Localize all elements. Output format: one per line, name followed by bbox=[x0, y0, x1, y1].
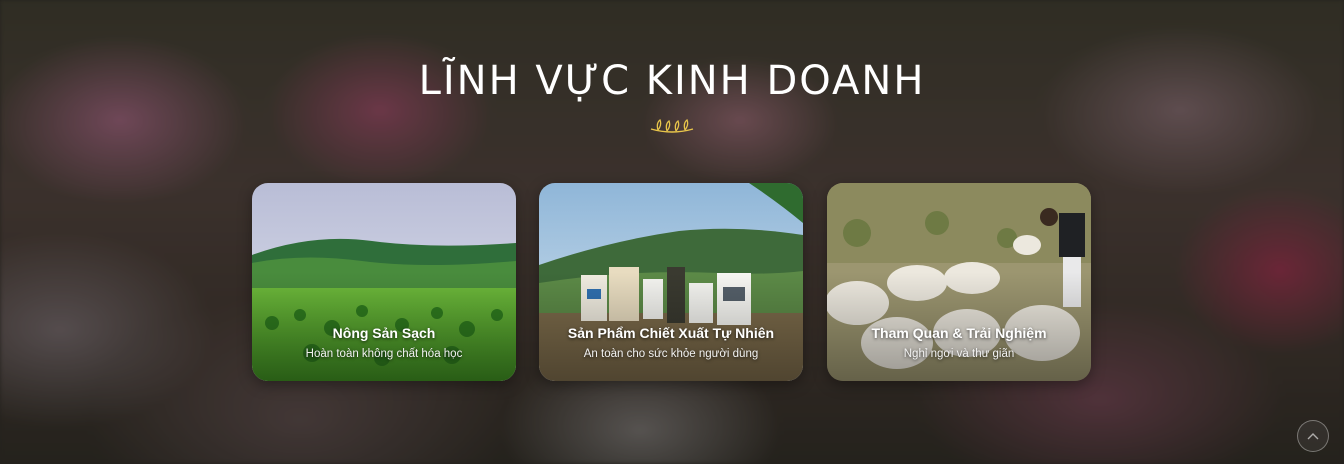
business-card-tour-experience[interactable]: Tham Quan & Trải Nghiệm Nghỉ ngơi và thư… bbox=[827, 183, 1091, 381]
section-title: LĨNH VỰC KINH DOANH bbox=[418, 58, 926, 104]
business-card-clean-agriculture[interactable]: Nông Sản Sạch Hoàn toàn không chất hóa h… bbox=[252, 183, 516, 381]
leaf-ornament-icon bbox=[650, 118, 694, 133]
chevron-up-icon bbox=[1307, 433, 1319, 440]
business-card-natural-products[interactable]: Sản Phẩm Chiết Xuất Tự Nhiên An toàn cho… bbox=[539, 183, 803, 381]
card-title: Nông Sản Sạch bbox=[332, 325, 436, 341]
card-title: Sản Phẩm Chiết Xuất Tự Nhiên bbox=[567, 325, 775, 341]
card-subtitle: Nghỉ ngơi và thư giãn bbox=[903, 348, 1015, 360]
card-subtitle: An toàn cho sức khỏe người dùng bbox=[583, 348, 759, 360]
card-subtitle: Hoàn toàn không chất hóa học bbox=[305, 348, 463, 360]
card-title: Tham Quan & Trải Nghiệm bbox=[871, 325, 1047, 341]
scroll-to-top-button[interactable] bbox=[1297, 420, 1329, 452]
